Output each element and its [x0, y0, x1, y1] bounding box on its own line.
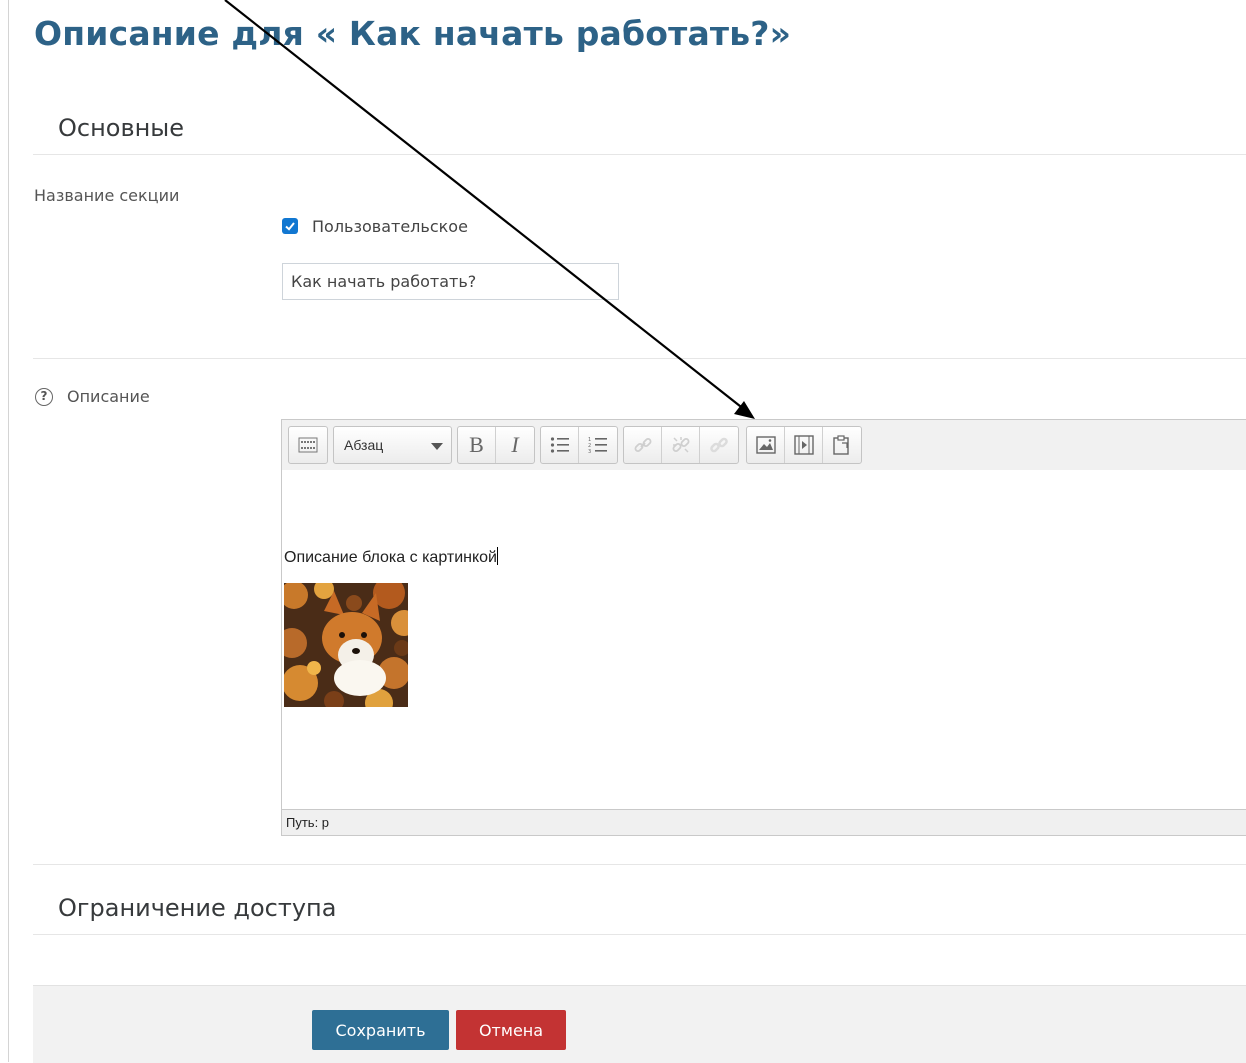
toolbar-toggle-icon [298, 437, 318, 453]
editor-content-text: Описание блока с картинкой [284, 549, 497, 566]
italic-button[interactable]: I [496, 427, 534, 463]
link-icon [634, 438, 651, 452]
anchor-button[interactable] [700, 427, 738, 463]
ordered-list-button[interactable]: 1 2 3 [579, 427, 617, 463]
text-cursor [496, 547, 498, 565]
divider [33, 864, 1246, 865]
insert-image-button[interactable] [747, 427, 785, 463]
section-heading-general[interactable]: Основные [58, 114, 184, 142]
editor-path-text: Путь: p [286, 815, 330, 830]
form-actions-bar [33, 985, 1246, 1063]
section-name-label: Название секции [34, 186, 180, 205]
paragraph-format-select[interactable]: Абзац [333, 426, 452, 464]
custom-name-checkbox-label[interactable]: Пользовательское [312, 217, 468, 236]
toolbar-group-toggle [288, 426, 328, 464]
editor-content-line: Описание блока с картинкой [284, 547, 498, 567]
chevron-down-icon [431, 443, 443, 450]
divider [33, 358, 1246, 359]
link-button[interactable] [624, 427, 662, 463]
page-title: Описание для « Как начать работать?» [34, 14, 792, 53]
checkmark-icon [285, 222, 295, 231]
section-heading-restrict-access[interactable]: Ограничение доступа [58, 894, 336, 922]
custom-name-checkbox[interactable] [282, 218, 298, 234]
image-icon [755, 436, 776, 454]
paragraph-format-value: Абзац [344, 437, 384, 453]
paste-icon [833, 435, 849, 455]
toolbar-group-text-style: B I [457, 426, 535, 464]
bold-icon: B [469, 432, 484, 457]
toolbar-group-links [623, 426, 739, 464]
unordered-list-button[interactable] [541, 427, 579, 463]
cancel-button[interactable]: Отмена [456, 1010, 566, 1050]
anchor-icon [710, 437, 728, 453]
media-icon [793, 435, 814, 455]
divider [33, 934, 1246, 935]
corgi-photo[interactable] [284, 583, 408, 707]
toolbar-group-lists: 1 2 3 [540, 426, 618, 464]
editor-content-area[interactable]: Описание блока с картинкой [282, 470, 1246, 809]
divider [33, 154, 1246, 155]
editor-toolbar: Абзац B I 1 2 3 [282, 420, 1246, 471]
svg-text:3: 3 [588, 449, 591, 454]
unlink-icon [672, 437, 689, 453]
left-border [8, 0, 9, 1062]
bold-button[interactable]: B [458, 427, 496, 463]
unlink-button[interactable] [662, 427, 700, 463]
editor-path-bar: Путь: p [282, 809, 1246, 835]
toolbar-toggle-button[interactable] [289, 427, 327, 463]
rich-text-editor: Абзац B I 1 2 3 Описание блока с картинк… [281, 419, 1246, 836]
corgi-photo-image [284, 583, 408, 707]
save-button[interactable]: Сохранить [312, 1010, 449, 1050]
section-name-input[interactable] [282, 263, 619, 300]
description-label: Описание [67, 387, 150, 406]
ordered-list-icon: 1 2 3 [588, 437, 607, 454]
toolbar-group-media [746, 426, 862, 464]
paste-button[interactable] [823, 427, 861, 463]
help-icon[interactable]: ? [35, 388, 53, 406]
insert-media-button[interactable] [785, 427, 823, 463]
unordered-list-icon [550, 437, 569, 453]
italic-icon: I [511, 432, 519, 457]
